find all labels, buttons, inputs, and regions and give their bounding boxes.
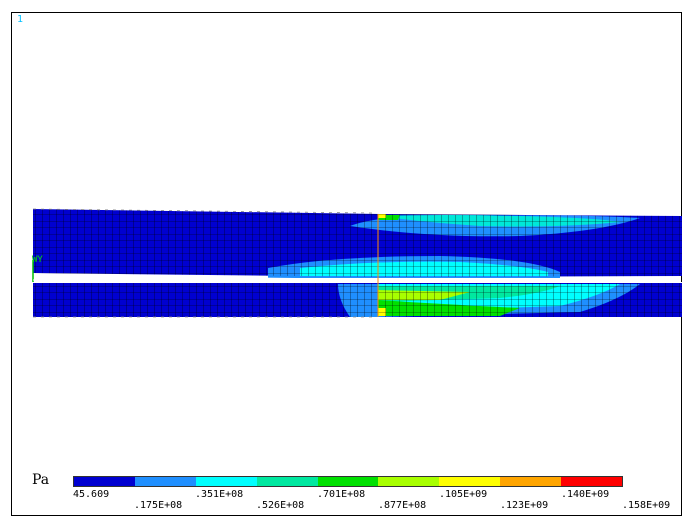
legend-label-top-4: .105E+09 — [439, 489, 488, 500]
legend-swatch-5 — [317, 477, 379, 486]
legend-label-top-2: .351E+08 — [195, 489, 244, 500]
legend-label-bottom-3: .877E+08 — [378, 500, 427, 511]
mesh-lower — [33, 283, 682, 317]
legend-swatch-2 — [134, 477, 196, 486]
legend-swatch-8 — [500, 477, 562, 486]
legend-swatch-3 — [195, 477, 257, 486]
stress-contour-plot — [32, 208, 682, 318]
legend-label-bottom-5: .158E+09 — [622, 500, 671, 511]
legend-label-bottom-4: .123E+09 — [500, 500, 549, 511]
color-legend-bar — [73, 476, 623, 487]
triad-zx-label: Z WX — [35, 274, 57, 284]
triad-y-label: WY — [32, 255, 43, 265]
legend-swatch-7 — [439, 477, 501, 486]
legend-swatch-6 — [378, 477, 440, 486]
legend-swatch-9 — [561, 477, 623, 486]
mesh-upper — [33, 209, 682, 277]
legend-label-top-3: .701E+08 — [317, 489, 366, 500]
legend-label-top-5: .140E+09 — [561, 489, 610, 500]
legend-swatch-1 — [74, 477, 135, 486]
legend-label-top-1: 45.609 — [73, 489, 110, 500]
legend-swatch-4 — [256, 477, 318, 486]
unit-label: Pa — [32, 472, 50, 488]
legend-label-bottom-1: .175E+08 — [134, 500, 183, 511]
legend-label-bottom-2: .526E+08 — [256, 500, 305, 511]
